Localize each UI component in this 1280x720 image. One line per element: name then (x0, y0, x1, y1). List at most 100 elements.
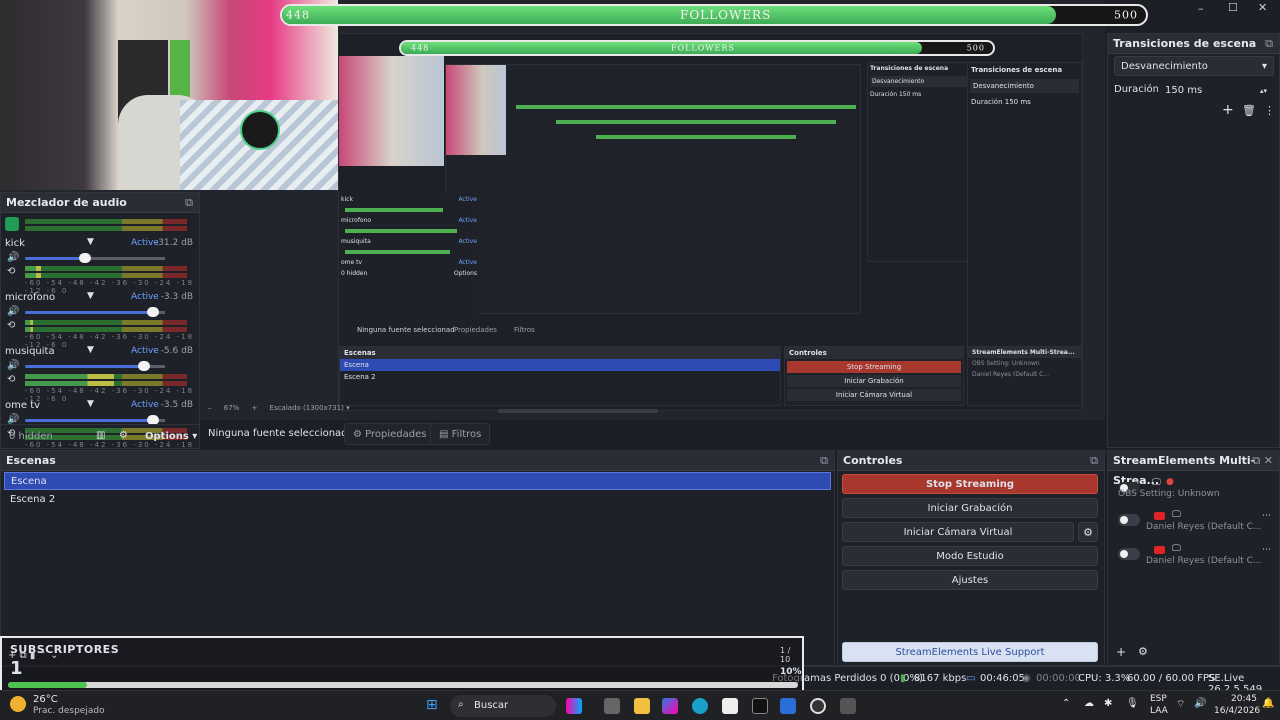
lang-code[interactable]: ESP (1150, 694, 1167, 704)
virtual-camera-button[interactable]: Iniciar Cámara Virtual (842, 522, 1074, 542)
stream-toggle[interactable] (1118, 548, 1140, 560)
file-explorer-icon[interactable] (634, 698, 650, 714)
track-db: -3.5 dB (160, 400, 193, 410)
monitor-icon: 🖵 (1152, 478, 1161, 488)
taskview-icon[interactable] (604, 698, 620, 714)
monitor-icon[interactable]: ⟲ (7, 266, 15, 277)
toolbar-icons[interactable]: + ⧉ ▮ ⌃ ⌄ (8, 650, 59, 661)
track-db: -31.2 dB (154, 238, 193, 248)
dock-float-icon[interactable]: ⧉ (1090, 451, 1098, 471)
clock-time[interactable]: 20:45 (1231, 694, 1257, 704)
more-icon[interactable]: ⋯ (1262, 511, 1271, 521)
mic-icon: 🎙 (1126, 698, 1139, 709)
lang-layout[interactable]: LAA (1150, 706, 1168, 716)
app-icon[interactable] (840, 698, 856, 714)
game-app-icon[interactable] (752, 698, 768, 714)
obs-icon[interactable] (810, 698, 826, 714)
stream-toggle[interactable] (1118, 514, 1140, 526)
duration-field[interactable]: 150 ms ▴▾ (1158, 80, 1274, 100)
dock-float-icon[interactable]: ⧉ (820, 451, 828, 471)
stop-streaming-button[interactable]: Stop Streaming (842, 474, 1098, 494)
clock-date[interactable]: 16/4/2026 (1214, 706, 1260, 716)
close-icon[interactable]: ⧉ ✕ (1252, 451, 1273, 471)
gear-icon[interactable]: ⚙ (1138, 645, 1148, 658)
mixer-footer: 0 hidden ▥ ⚙ Options ▾ (1, 424, 199, 448)
add-icon[interactable]: + (1116, 645, 1126, 659)
speaker-icon[interactable]: 🔊 (7, 360, 19, 371)
chevron-down-icon[interactable]: ▼ (87, 237, 94, 247)
level-meter (25, 320, 187, 325)
weather-desc: Prac. despejado (33, 706, 105, 716)
transition-select[interactable]: Desvanecimiento ▾ (1114, 56, 1274, 76)
close-window-button[interactable]: ✕ (1258, 1, 1267, 14)
settings-button[interactable]: Ajustes (842, 570, 1098, 590)
headphones-icon[interactable] (5, 217, 19, 231)
flowers-app-icon[interactable] (566, 698, 582, 714)
fps: 60.00 / 60.00 FPS (1127, 673, 1216, 684)
more-icon[interactable]: ⋯ (1262, 545, 1271, 555)
no-source-label: Ninguna fuente seleccionad (208, 428, 348, 439)
volume-icon[interactable]: 🔊 (1194, 698, 1206, 709)
minimize-button[interactable]: – (1198, 2, 1204, 15)
subscribers-overlay: SUBSCRIPTORES 1 + ⧉ ▮ ⌃ ⌄ 1 / 10 10% (0, 636, 804, 694)
dock-float-icon[interactable]: ⧉ (1265, 34, 1273, 54)
stream-target-row: 🖵 ⋯ Daniel Reyes (Default C... (1116, 543, 1273, 567)
followers-goal-bar: 448 FOLLOWERS 500 (280, 4, 1148, 26)
streamelements-title: StreamElements Multi-Strea... ⧉ ✕ (1108, 451, 1279, 487)
obs-setting-text: OBS Setting: Unknown (1118, 489, 1220, 499)
followers-label: FOLLOWERS (680, 8, 772, 22)
more-options-button[interactable]: ⋮ (1264, 104, 1275, 117)
mixer-options-button[interactable]: Options ▾ (145, 431, 197, 442)
chevron-down-icon[interactable]: ▼ (87, 399, 94, 409)
monitor-icon[interactable]: ⟲ (7, 320, 15, 331)
page-indicator: 1 / 10 (780, 646, 791, 664)
live-support-button[interactable]: StreamElements Live Support (842, 642, 1098, 662)
gear-icon[interactable]: ⚙ (119, 430, 128, 441)
start-recording-button[interactable]: Iniciar Grabación (842, 498, 1098, 518)
cloud-icon: ☁ (1084, 698, 1094, 709)
dock-float-icon[interactable]: ⧉ (185, 193, 193, 213)
volume-slider[interactable] (25, 253, 165, 263)
add-transition-button[interactable]: + (1222, 102, 1234, 118)
layout-icon[interactable]: ▥ (96, 430, 105, 441)
speaker-icon[interactable]: 🔊 (7, 252, 19, 263)
studio-mode-button[interactable]: Modo Estudio (842, 546, 1098, 566)
copilot-icon[interactable] (662, 698, 678, 714)
volume-slider[interactable] (25, 415, 165, 425)
weather-icon (10, 696, 26, 712)
chevron-down-icon[interactable]: ▼ (87, 345, 94, 355)
speaker-icon[interactable]: 🔊 (7, 306, 19, 317)
taskbar-search[interactable]: ⌕ Buscar (450, 695, 556, 717)
maximize-button[interactable]: ☐ (1228, 1, 1238, 14)
edge-icon[interactable] (692, 698, 708, 714)
notification-icon[interactable]: 🔔 (1262, 698, 1274, 709)
virtual-camera-settings-icon[interactable]: ⚙ (1078, 522, 1098, 542)
chevron-up-icon[interactable]: ⌃ (1062, 698, 1070, 709)
cpu-usage: CPU: 3.3% (1078, 673, 1131, 684)
monitor-icon[interactable]: ⟲ (7, 374, 15, 385)
filter-icon: ▤ (439, 429, 452, 440)
network-icon[interactable]: ⌔ (1176, 698, 1185, 711)
subscribers-progress-track (8, 682, 798, 688)
store-icon[interactable] (722, 698, 738, 714)
filters-button[interactable]: ▤ Filtros (430, 423, 491, 445)
audio-mixer-dock: Mezclador de audio ⧉ kick ▼ Active -31.2 dB 🔊… (0, 192, 200, 457)
track-name: kick (5, 238, 25, 249)
delete-transition-button[interactable]: 🗑 (1242, 104, 1256, 117)
scene-item[interactable]: Escena 2 (4, 491, 831, 509)
volume-slider[interactable] (25, 361, 165, 371)
windows-start-icon[interactable]: ⊞ (426, 697, 438, 713)
properties-button[interactable]: ⚙ Propiedades (344, 423, 436, 445)
gear-icon: ⚙ (353, 429, 366, 440)
scene-item[interactable]: Escena (4, 472, 831, 490)
subscribers-count: 1 (10, 658, 23, 679)
status-dot-icon: ● (1166, 477, 1174, 487)
signal-icon: ▮ (900, 673, 906, 684)
volume-slider[interactable] (25, 307, 165, 317)
track-status: Active (131, 400, 159, 410)
security-icon[interactable] (780, 698, 796, 714)
chevron-down-icon[interactable]: ▼ (87, 291, 94, 301)
youtube-icon (1154, 546, 1165, 554)
bitrate: 8167 kbps (914, 673, 967, 684)
track-name: musiquita (5, 346, 55, 357)
